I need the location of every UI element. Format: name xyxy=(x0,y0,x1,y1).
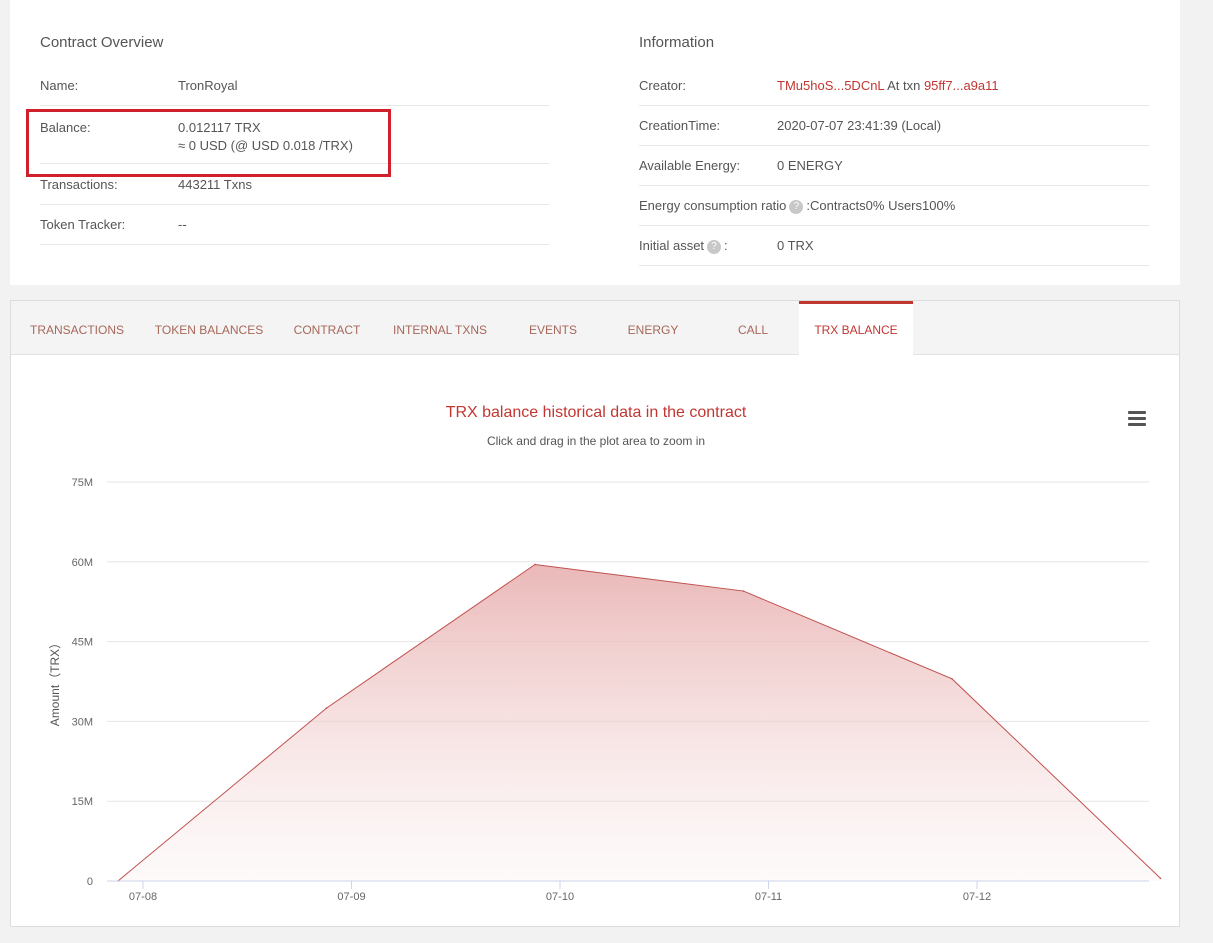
energy-ratio-label: Energy consumption ratio?:Contracts0% Us… xyxy=(639,186,955,226)
y-tick-label: 0 xyxy=(87,876,93,888)
data-point xyxy=(325,707,328,709)
token-tracker-value: -- xyxy=(178,217,187,232)
initial-asset-label-text: Initial asset xyxy=(639,238,705,253)
initial-asset-value: 0 TRX xyxy=(777,238,814,253)
y-tick-label: 30M xyxy=(72,716,93,728)
creator-label: Creator: xyxy=(639,78,686,93)
x-tick-label: 07-11 xyxy=(755,891,782,903)
creator-txn-link[interactable]: 95ff7...a9a11 xyxy=(924,78,999,93)
token-tracker-label: Token Tracker: xyxy=(40,217,126,232)
energy-ratio-label-text: Energy consumption ratio xyxy=(639,198,787,213)
trx-balance-chart[interactable]: 0 15M 30M 45M 60M 75M 07-08 07-09 07-10 07-11 07-1… xyxy=(11,301,1179,926)
y-tick-label: 75M xyxy=(72,477,93,489)
data-point xyxy=(951,678,953,680)
overview-row-token-tracker: Token Tracker: -- xyxy=(40,205,549,245)
chart-subtitle: Click and drag in the plot area to zoom … xyxy=(486,434,706,448)
available-energy-value: 0 ENERGY xyxy=(777,158,843,173)
data-point xyxy=(742,590,745,592)
balance-highlight-box xyxy=(26,109,391,177)
data-point xyxy=(1159,877,1162,880)
creation-time-value: 2020-07-07 23:41:39 (Local) xyxy=(777,118,942,133)
x-tick-label: 07-10 xyxy=(546,891,574,903)
info-row-creation-time: CreationTime: 2020-07-07 23:41:39 (Local… xyxy=(639,106,1149,146)
x-tick-label: 07-09 xyxy=(337,891,365,903)
data-point xyxy=(534,563,536,566)
name-value: TronRoyal xyxy=(178,78,238,93)
creator-at-text: At txn xyxy=(884,78,924,93)
initial-asset-colon: : xyxy=(724,238,728,253)
y-tick-label: 15M xyxy=(72,796,93,808)
chart-title: TRX balance historical data in the contr… xyxy=(445,404,747,421)
available-energy-label: Available Energy: xyxy=(639,158,740,173)
info-row-creator: Creator: TMu5hoS...5DCnL At txn 95ff7...… xyxy=(639,66,1149,106)
creator-value: TMu5hoS...5DCnL At txn 95ff7...a9a11 xyxy=(777,66,999,106)
balance-area-fill xyxy=(117,564,1161,881)
info-row-energy-ratio: Energy consumption ratio?:Contracts0% Us… xyxy=(639,186,1149,226)
info-row-initial-asset: Initial asset?: 0 TRX xyxy=(639,226,1149,266)
tabs-card: TRANSACTIONS TOKEN BALANCES CONTRACT INT… xyxy=(10,300,1180,927)
information-title: Information xyxy=(639,34,715,51)
help-icon[interactable]: ? xyxy=(789,199,804,214)
contract-overview-title: Contract Overview xyxy=(40,34,164,51)
chart-menu-icon[interactable] xyxy=(1128,411,1146,427)
overview-row-name: Name: TronRoyal xyxy=(40,66,549,106)
help-icon[interactable]: ? xyxy=(707,239,722,254)
initial-asset-label: Initial asset?: xyxy=(639,226,728,266)
creation-time-label: CreationTime: xyxy=(639,118,721,133)
creator-address-link[interactable]: TMu5hoS...5DCnL xyxy=(777,78,884,93)
info-row-energy: Available Energy: 0 ENERGY xyxy=(639,146,1149,186)
y-tick-label: 60M xyxy=(72,557,93,569)
x-tick-label: 07-12 xyxy=(963,891,991,903)
y-axis-label: Amount（TRX） xyxy=(48,637,62,726)
energy-ratio-value: :Contracts0% Users100% xyxy=(806,198,956,213)
y-tick-label: 45M xyxy=(72,637,93,649)
name-label: Name: xyxy=(40,78,79,93)
x-tick-label: 07-08 xyxy=(129,891,157,903)
